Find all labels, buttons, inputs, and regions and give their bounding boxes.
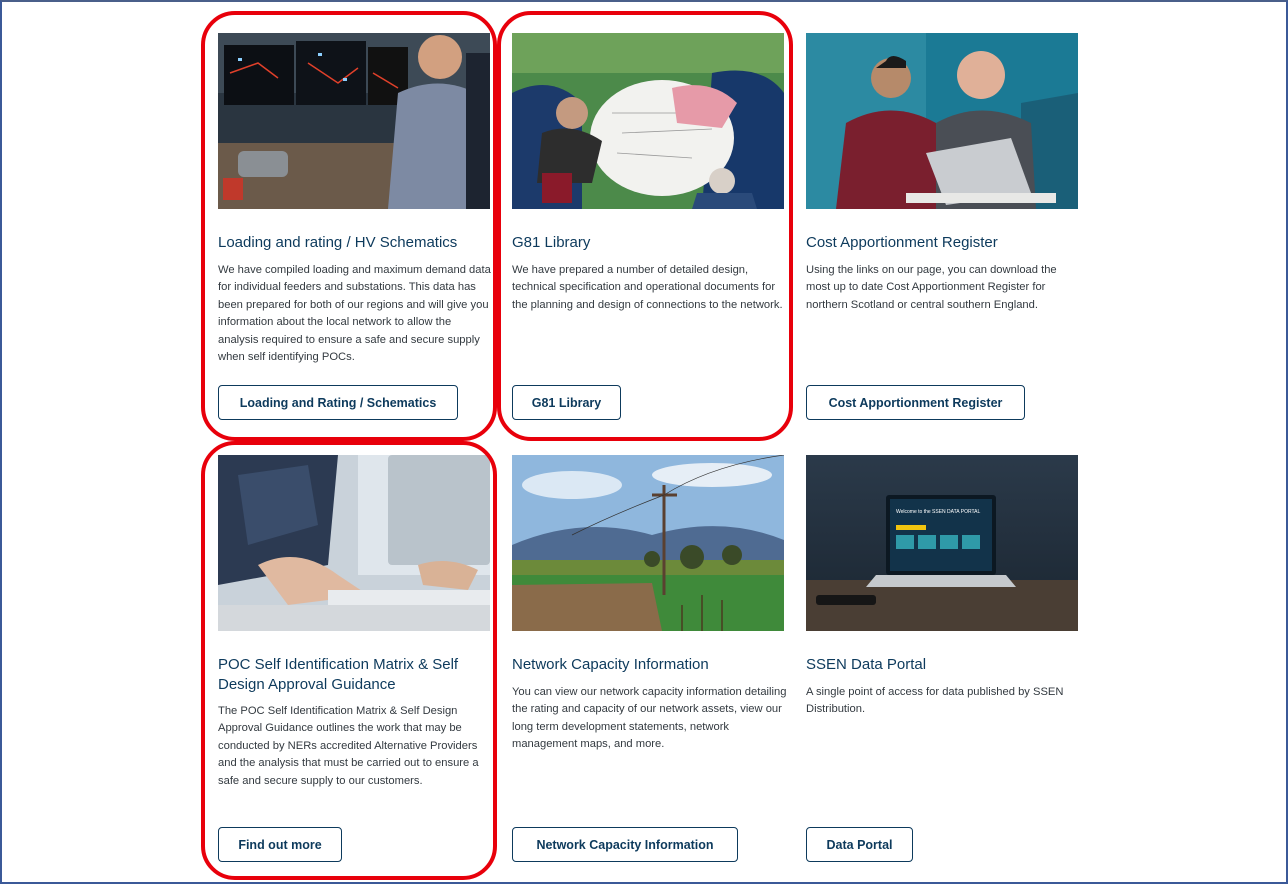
portal-screen-text: Welcome to the SSEN DATA PORTAL bbox=[896, 509, 981, 515]
card-title: G81 Library bbox=[512, 234, 591, 251]
g81-library-button[interactable]: G81 Library bbox=[512, 385, 621, 420]
typing-hands-photo bbox=[218, 455, 490, 631]
card-title: Cost Apportionment Register bbox=[806, 234, 998, 251]
power-lines-landscape-photo bbox=[512, 455, 784, 631]
card-description: We have compiled loading and maximum dem… bbox=[218, 264, 491, 364]
card-description: We have prepared a number of detailed de… bbox=[512, 264, 783, 311]
cost-apportionment-register-button[interactable]: Cost Apportionment Register bbox=[806, 385, 1025, 420]
design-meeting-photo bbox=[512, 33, 784, 209]
card-loading-rating: Loading and rating / HV Schematics We ha… bbox=[218, 33, 491, 423]
card-cost-apportionment: Cost Apportionment Register Using the li… bbox=[806, 33, 1078, 423]
card-description: Using the links on our page, you can dow… bbox=[806, 264, 1057, 311]
card-description: The POC Self Identification Matrix & Sel… bbox=[218, 705, 479, 787]
network-capacity-information-button[interactable]: Network Capacity Information bbox=[512, 827, 738, 862]
loading-rating-schematics-button[interactable]: Loading and Rating / Schematics bbox=[218, 385, 458, 420]
card-title: SSEN Data Portal bbox=[806, 656, 927, 673]
data-portal-laptop-photo: Welcome to the SSEN DATA PORTAL bbox=[806, 455, 1078, 631]
data-portal-button[interactable]: Data Portal bbox=[806, 827, 913, 862]
find-out-more-button[interactable]: Find out more bbox=[218, 827, 342, 862]
card-title: Loading and rating / HV Schematics bbox=[218, 234, 458, 251]
card-description: A single point of access for data publis… bbox=[806, 686, 1064, 716]
card-poc-self-identification: POC Self Identification Matrix & Self De… bbox=[218, 455, 490, 862]
card-g81-library: G81 Library We have prepared a number of… bbox=[512, 33, 784, 423]
control-room-photo bbox=[218, 33, 490, 209]
card-network-capacity: Network Capacity Information You can vie… bbox=[512, 455, 787, 862]
card-title: Network Capacity Information bbox=[512, 656, 709, 673]
card-description: You can view our network capacity inform… bbox=[512, 686, 787, 751]
card-title: POC Self Identification Matrix & Self De… bbox=[218, 656, 459, 693]
laptop-colleagues-photo bbox=[806, 33, 1078, 209]
card-ssen-data-portal: Welcome to the SSEN DATA PORTAL SSEN Dat… bbox=[806, 455, 1078, 862]
